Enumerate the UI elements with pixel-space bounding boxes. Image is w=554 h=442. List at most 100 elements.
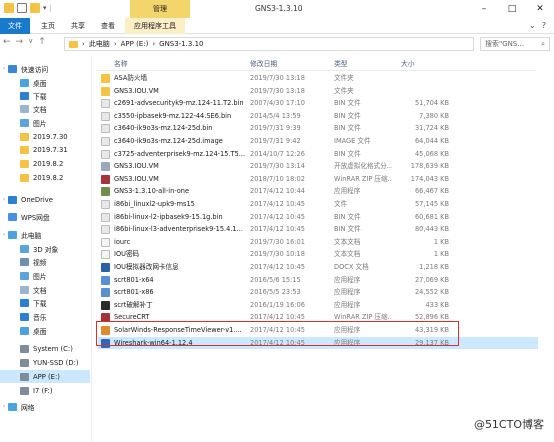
folder-icon[interactable] xyxy=(30,3,40,13)
close-button[interactable]: ✕ xyxy=(526,0,554,18)
file-icon xyxy=(101,200,110,209)
file-row[interactable]: GNS3.IOU.VM 2018/7/10 18:02 WinRAR ZIP 压缩.… xyxy=(98,173,538,186)
file-row[interactable]: IOU密码 2019/7/30 10:18 文本文档 1 KB xyxy=(98,248,538,261)
window-title: GNS3-1.3.10 xyxy=(255,4,303,13)
file-row[interactable]: c3640-ik9o3s-mz.124-25d.image 2019/7/31 9… xyxy=(98,135,538,148)
computer-icon xyxy=(8,230,17,239)
file-row[interactable]: IOU模拟器改网卡信息 2017/4/12 10:45 DOCX 文档 1,218 K… xyxy=(98,261,538,274)
forward-arrow-icon[interactable]: → xyxy=(16,37,24,47)
file-row[interactable]: ASA防火墙 2019/7/30 13:18 文件夹 xyxy=(98,72,538,85)
file-row[interactable]: GNS3.IOU.VM 2019/7/30 13:14 开放虚拟化格式分... 178… xyxy=(98,160,538,173)
file-name: scrt801-x64 xyxy=(114,275,154,284)
file-row[interactable]: c3725-adventerprisek9-mz.124-15.T5... 201… xyxy=(98,148,538,161)
sidebar-item[interactable]: YUN-SSD (D:) xyxy=(0,356,79,369)
sidebar-item[interactable]: 3D 对象 xyxy=(0,242,58,255)
tab-share[interactable]: 共享 xyxy=(66,18,90,34)
sidebar-item[interactable]: 图片 xyxy=(0,116,47,129)
sidebar-item[interactable]: 下载 xyxy=(0,296,47,309)
back-arrow-icon[interactable]: ← xyxy=(3,37,11,47)
column-header-size[interactable]: 大小 xyxy=(401,58,415,70)
file-row[interactable]: i86bi-linux-l2-ipbasek9-15.1g.bin 2017/4/… xyxy=(98,211,538,224)
search-input[interactable]: 搜索"GNS... ⌕ xyxy=(480,37,550,51)
breadcrumb-gns3-folder[interactable]: GNS3-1.3.10 xyxy=(159,40,203,48)
sidebar-item-label: System (C:) xyxy=(33,344,73,353)
breadcrumb-app-drive[interactable]: APP (E:) xyxy=(121,40,149,48)
file-row[interactable]: GNS3.IOU.VM 2019/7/30 13:18 文件夹 xyxy=(98,85,538,98)
sidebar-item[interactable]: 2019.8.2 xyxy=(0,171,63,184)
file-date: 2019/7/30 10:18 xyxy=(250,250,305,259)
file-type: 文件夹 xyxy=(334,86,354,95)
sidebar-item[interactable]: › 快速访问 xyxy=(0,62,48,75)
address-bar[interactable]: › 此电脑 › APP (E:) › GNS3-1.3.10 xyxy=(64,37,474,51)
chevron-right-icon[interactable]: › xyxy=(0,231,8,238)
tab-app-tools[interactable]: 应用程序工具 xyxy=(125,18,185,34)
file-row[interactable]: scrt破解补丁 2016/1/19 16:06 应用程序 433 KB xyxy=(98,299,538,312)
help-icon[interactable]: ? xyxy=(542,21,546,30)
file-row[interactable]: c3550-ipbasek9-mz.122-44.SE6.bin 2014/5/4… xyxy=(98,110,538,123)
file-row[interactable]: i86bi_linuxl2-upk9-ms15 2017/4/12 10:45 文件… xyxy=(98,198,538,211)
file-name: c3640-ik9o3s-mz.124-25d.image xyxy=(114,137,223,145)
tab-manage[interactable]: 管理 xyxy=(130,0,190,18)
sidebar-item[interactable]: WPS网盘 xyxy=(0,210,50,223)
sidebar-item[interactable]: 音乐 xyxy=(0,310,47,323)
file-row[interactable]: scrt801-x86 2016/5/5 23:53 应用程序 24,552 KB xyxy=(98,286,538,299)
sidebar-item[interactable]: 文档 xyxy=(0,102,47,115)
maximize-button[interactable]: □ xyxy=(498,0,526,18)
search-icon[interactable]: ⌕ xyxy=(541,40,545,49)
sidebar-item[interactable]: 2019.8.2 xyxy=(0,157,63,170)
sidebar-item[interactable]: › 网络 xyxy=(0,400,35,413)
sidebar-item[interactable]: System (C:) xyxy=(0,342,73,355)
checkbox-icon[interactable] xyxy=(17,3,27,13)
sidebar-item[interactable]: 图片 xyxy=(0,269,47,282)
minimize-button[interactable]: – xyxy=(470,0,498,18)
tab-home[interactable]: 主页 xyxy=(36,18,60,34)
column-header-name[interactable]: 名称 xyxy=(114,58,128,70)
file-row[interactable]: i86bi-linux-l3-adventerprisek9-15.4.1...… xyxy=(98,223,538,236)
tab-view[interactable]: 查看 xyxy=(96,18,120,34)
column-header-type[interactable]: 类型 xyxy=(334,58,348,70)
sidebar-item-label: 音乐 xyxy=(33,313,47,322)
chevron-right-icon[interactable]: › xyxy=(0,65,8,72)
folder-icon[interactable] xyxy=(4,3,14,13)
breadcrumb-this-pc[interactable]: 此电脑 xyxy=(89,39,110,49)
file-name: GNS3-1.3.10-all-in-one xyxy=(114,187,190,196)
file-icon xyxy=(101,137,110,146)
sidebar-item[interactable]: 视频 xyxy=(0,255,47,268)
sidebar-item[interactable]: I7 (F:) xyxy=(0,384,52,397)
sidebar-item[interactable]: 桌面 xyxy=(0,324,47,337)
sidebar-item-label: 文档 xyxy=(33,105,47,114)
file-row[interactable]: GNS3-1.3.10-all-in-one 2017/4/12 10:44 应用程… xyxy=(98,185,538,198)
tab-file[interactable]: 文件 xyxy=(0,18,30,34)
file-type: DOCX 文档 xyxy=(334,263,369,271)
sidebar-item-label: 网络 xyxy=(21,403,35,412)
file-size: 45,068 KB xyxy=(414,149,449,158)
file-row[interactable]: c3640-ik9o3s-mz.124-25d.bin 2019/7/31 9:3… xyxy=(98,122,538,135)
chevron-down-icon[interactable]: ⌄ xyxy=(529,21,536,30)
file-name: GNS3.IOU.VM xyxy=(114,162,159,171)
sidebar-item-label: 图片 xyxy=(33,119,47,128)
chevron-down-icon[interactable]: ▾ xyxy=(43,4,47,12)
file-row[interactable]: scrt801-x64 2016/5/6 15:15 应用程序 27,069 KB xyxy=(98,274,538,287)
file-row[interactable]: iourc 2019/7/30 16:01 文本文档 1 KB xyxy=(98,236,538,249)
column-header-date[interactable]: 修改日期 xyxy=(250,58,277,70)
file-icon xyxy=(101,212,110,222)
up-arrow-icon[interactable]: ↑ xyxy=(38,37,46,47)
drive-icon xyxy=(20,344,29,353)
sidebar-item[interactable]: APP (E:) xyxy=(0,370,90,383)
sidebar-item-label: 桌面 xyxy=(33,327,47,336)
sidebar-item[interactable]: 2019.7.31 xyxy=(0,143,68,156)
file-row[interactable]: c2691-advsecurityk9-mz.124-11.T2.bin 2007… xyxy=(98,97,538,110)
chevron-right-icon[interactable]: › xyxy=(0,403,8,410)
chevron-down-icon[interactable]: ∨ xyxy=(28,37,33,47)
cloud-icon xyxy=(8,212,17,221)
sidebar-item[interactable]: 文档 xyxy=(0,283,47,296)
sidebar-scrollbar[interactable] xyxy=(87,56,92,442)
sidebar-item[interactable]: 下载 xyxy=(0,89,47,102)
file-name: scrt破解补丁 xyxy=(114,300,153,309)
sidebar-item[interactable]: 2019.7.30 xyxy=(0,130,68,143)
sidebar-item[interactable]: 桌面 xyxy=(0,76,47,89)
sidebar-item[interactable]: › 此电脑 xyxy=(0,228,41,241)
sidebar-item[interactable]: › OneDrive xyxy=(0,193,53,206)
chevron-right-icon[interactable]: › xyxy=(0,196,8,203)
cloud-icon xyxy=(8,195,17,204)
